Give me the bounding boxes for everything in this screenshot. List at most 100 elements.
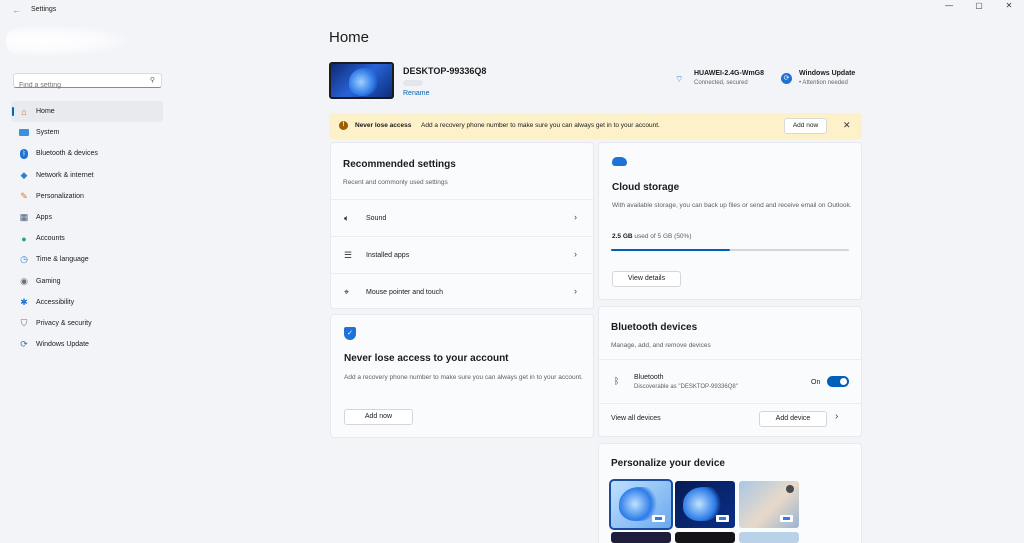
wallpaper-option[interactable] — [675, 481, 735, 528]
chevron-right-icon: › — [574, 212, 577, 222]
user-profile-blurred[interactable] — [6, 26, 128, 56]
bluetooth-card-subtitle: Manage, add, and remove devices — [611, 342, 711, 349]
bluetooth-icon: ᛒ — [18, 148, 30, 160]
device-thumbnail — [329, 62, 394, 99]
sidebar-item-gaming[interactable]: ◉ Gaming — [11, 271, 163, 292]
storage-used-value: 2.5 GB — [612, 233, 633, 240]
add-now-button[interactable]: Add now — [344, 409, 413, 425]
wallpaper-option[interactable] — [739, 481, 799, 528]
sidebar-item-label: Bluetooth & devices — [36, 150, 98, 158]
sidebar-item-accounts[interactable]: ● Accounts — [11, 228, 163, 249]
network-icon: ◆ — [20, 169, 28, 180]
sidebar-item-time-language[interactable]: ◷ Time & language — [11, 249, 163, 270]
bluetooth-device-label: Bluetooth — [634, 374, 664, 381]
recommended-item-label: Installed apps — [366, 252, 410, 259]
recommended-item-label: Sound — [366, 215, 387, 222]
sidebar-item-label: Gaming — [36, 277, 61, 285]
view-all-devices-link[interactable]: View all devices — [611, 415, 661, 422]
wallpaper-option[interactable] — [611, 532, 671, 543]
account-recovery-card: ✓ Never lose access to your account Add … — [330, 314, 594, 438]
bluetooth-device-status: Discoverable as "DESKTOP-99336Q8" — [634, 384, 738, 390]
cloud-icon — [612, 157, 627, 166]
sidebar-item-system[interactable]: System — [11, 122, 163, 143]
sidebar-item-label: System — [36, 129, 60, 137]
bluetooth-toggle-state: On — [811, 379, 821, 386]
sidebar-item-privacy[interactable]: ⛉ Privacy & security — [11, 313, 163, 334]
wallpaper-option[interactable] — [739, 532, 799, 543]
search-input[interactable] — [14, 79, 139, 92]
add-device-button[interactable]: Add device — [759, 411, 827, 427]
bluetooth-icon: ᛒ — [614, 376, 620, 386]
wallpaper-option[interactable] — [609, 479, 673, 530]
view-details-button[interactable]: View details — [612, 271, 681, 287]
bluetooth-devices-card: Bluetooth devices Manage, add, and remov… — [598, 306, 862, 437]
brush-icon: ✎ — [20, 190, 28, 201]
back-arrow-icon[interactable]: ← — [12, 5, 21, 15]
sidebar-item-label: Personalization — [36, 192, 84, 200]
account-warning-banner: ! Never lose access Add a recovery phone… — [329, 113, 862, 139]
shield-check-icon: ✓ — [344, 327, 356, 340]
network-status[interactable]: HUAWEI-2.4G-WmG8 Connected, secured — [694, 70, 764, 86]
storage-usage: 2.5 GB used of 5 GB (50%) — [612, 233, 692, 240]
window-controls: — ▢ ✕ — [934, 0, 1024, 14]
cloud-storage-title: Cloud storage — [612, 182, 680, 193]
recommended-item-installed-apps[interactable]: ☰ Installed apps › — [331, 236, 594, 273]
sidebar-item-network[interactable]: ◆ Network & internet — [11, 165, 163, 186]
network-name: HUAWEI-2.4G-WmG8 — [694, 70, 765, 77]
bluetooth-toggle[interactable] — [827, 376, 849, 387]
sidebar-item-accessibility[interactable]: ✱ Accessibility — [11, 292, 163, 313]
accounts-icon: ● — [21, 233, 27, 244]
search-icon[interactable]: ⚲ — [150, 76, 155, 84]
sidebar-item-apps[interactable]: ▦ Apps — [11, 207, 163, 228]
update-status[interactable]: Windows Update • Attention needed — [799, 70, 855, 86]
sidebar-item-label: Apps — [36, 214, 52, 222]
cloud-storage-description: With available storage, you can back up … — [612, 202, 852, 209]
page-title: Home — [329, 29, 370, 46]
minimize-button[interactable]: — — [934, 0, 964, 14]
time-language-icon: ◷ — [20, 254, 28, 265]
rename-link[interactable]: Rename — [403, 90, 429, 97]
update-status-text: • Attention needed — [799, 80, 848, 86]
speaker-icon: 🔈︎ — [344, 213, 350, 223]
account-card-description: Add a recovery phone number to make sure… — [344, 374, 583, 381]
wifi-icon: ⌔ — [675, 74, 684, 84]
storage-progress-fill — [611, 249, 730, 251]
sidebar-item-windows-update[interactable]: ⟳ Windows Update — [11, 334, 163, 355]
sidebar-item-personalization[interactable]: ✎ Personalization — [11, 186, 163, 207]
chevron-right-icon: › — [574, 286, 577, 296]
sidebar-item-label: Home — [36, 108, 55, 116]
sidebar-item-label: Accounts — [36, 235, 65, 243]
recommended-subtitle: Recent and commonly used settings — [343, 179, 448, 186]
recommended-title: Recommended settings — [343, 159, 456, 170]
system-icon — [18, 127, 30, 139]
shield-icon: ⛉ — [20, 317, 28, 328]
accessibility-icon: ✱ — [20, 296, 28, 307]
banner-title: Never lose access — [355, 122, 412, 129]
device-name: DESKTOP-99336Q8 — [403, 66, 487, 76]
close-icon[interactable]: ✕ — [843, 120, 851, 131]
gaming-icon: ◉ — [20, 275, 28, 286]
sidebar-nav: ⌂ Home System ᛒ Bluetooth & devices ◆ Ne… — [11, 101, 163, 355]
warning-icon: ! — [339, 121, 348, 130]
windows-update-icon: ⟳ — [20, 339, 28, 350]
recommended-item-mouse-pointer[interactable]: ⌖ Mouse pointer and touch › — [331, 273, 594, 310]
bluetooth-divider — [599, 359, 861, 360]
banner-add-now-button[interactable]: Add now — [784, 118, 827, 134]
recommended-item-sound[interactable]: 🔈︎ Sound › — [331, 199, 594, 236]
sidebar-item-label: Accessibility — [36, 298, 75, 306]
chevron-right-icon[interactable]: › — [835, 411, 838, 422]
search-box: ⚲ — [13, 73, 162, 92]
close-button[interactable]: ✕ — [994, 0, 1024, 14]
sidebar-item-label: Time & language — [36, 256, 89, 264]
wallpaper-option[interactable] — [675, 532, 735, 543]
apps-icon: ▦ — [19, 212, 29, 223]
sidebar-item-label: Windows Update — [36, 341, 89, 349]
sidebar-item-bluetooth[interactable]: ᛒ Bluetooth & devices — [11, 143, 163, 164]
sidebar-item-home[interactable]: ⌂ Home — [11, 101, 163, 123]
device-subtext-blurred — [403, 80, 423, 86]
home-icon: ⌂ — [21, 106, 27, 117]
maximize-button[interactable]: ▢ — [964, 0, 994, 14]
wallpaper-badge-icon — [786, 485, 794, 493]
list-icon: ☰ — [344, 250, 353, 260]
window-title: Settings — [31, 6, 57, 13]
